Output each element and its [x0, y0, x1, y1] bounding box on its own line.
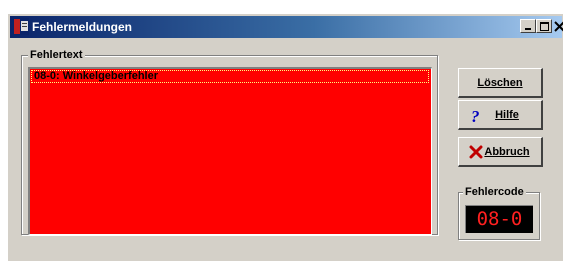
abbruch-button[interactable]: Abbruch	[458, 137, 543, 167]
hilfe-button[interactable]: ? Hilfe	[458, 100, 543, 130]
minimize-icon	[525, 28, 531, 30]
minimize-button[interactable]	[520, 19, 536, 33]
maximize-button[interactable]	[536, 19, 552, 33]
error-code-display: 08-0	[465, 205, 533, 233]
maximize-icon	[539, 21, 549, 31]
close-icon	[553, 20, 563, 32]
red-x-icon	[469, 145, 483, 159]
window-title: Fehlermeldungen	[32, 20, 133, 34]
loeschen-label: Löschen	[477, 76, 523, 89]
svg-text:?: ?	[471, 108, 480, 124]
loeschen-button[interactable]: Löschen	[458, 68, 543, 98]
error-text-label: Fehlertext	[28, 48, 85, 62]
abbruch-label: Abbruch	[484, 145, 530, 158]
error-list[interactable]: 08-0: Winkelgeberfehler	[28, 67, 432, 235]
error-code-group: Fehlercode 08-0	[458, 185, 540, 240]
app-icon	[13, 18, 29, 35]
error-dialog-window: Fehlermeldungen Fehlertext 08-0: Winkelg…	[7, 13, 563, 261]
close-button[interactable]	[553, 19, 563, 33]
hilfe-label: Hilfe	[495, 108, 519, 121]
error-code-label: Fehlercode	[463, 185, 526, 199]
title-bar[interactable]: Fehlermeldungen	[10, 16, 563, 38]
list-item[interactable]: 08-0: Winkelgeberfehler	[31, 70, 429, 83]
question-mark-icon: ?	[469, 107, 483, 126]
